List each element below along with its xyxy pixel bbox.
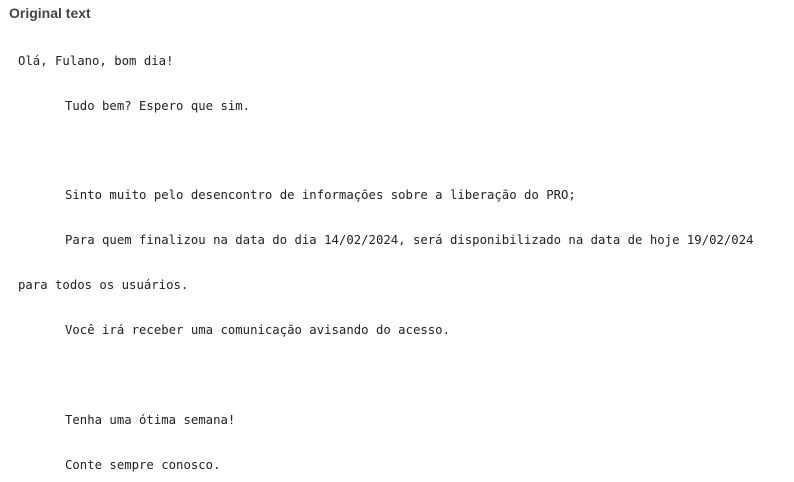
message-line: Sinto muito pelo desencontro de informaç… <box>65 188 576 202</box>
original-text-panel: Original text Olá, Fulano, bom dia! Tudo… <box>0 0 794 482</box>
message-line: Tudo bem? Espero que sim. <box>65 99 251 113</box>
panel-header: Original text <box>9 5 91 21</box>
greeting-line: Olá, Fulano, bom dia! <box>18 54 174 68</box>
message-line: Para quem finalizou na data do dia 14/02… <box>65 233 754 247</box>
message-line: Você irá receber uma comunicação avisand… <box>65 323 450 337</box>
message-line: Conte sempre conosco. <box>65 458 221 472</box>
message-line: para todos os usuários. <box>18 278 189 292</box>
message-line: Tenha uma ótima semana! <box>65 413 236 427</box>
